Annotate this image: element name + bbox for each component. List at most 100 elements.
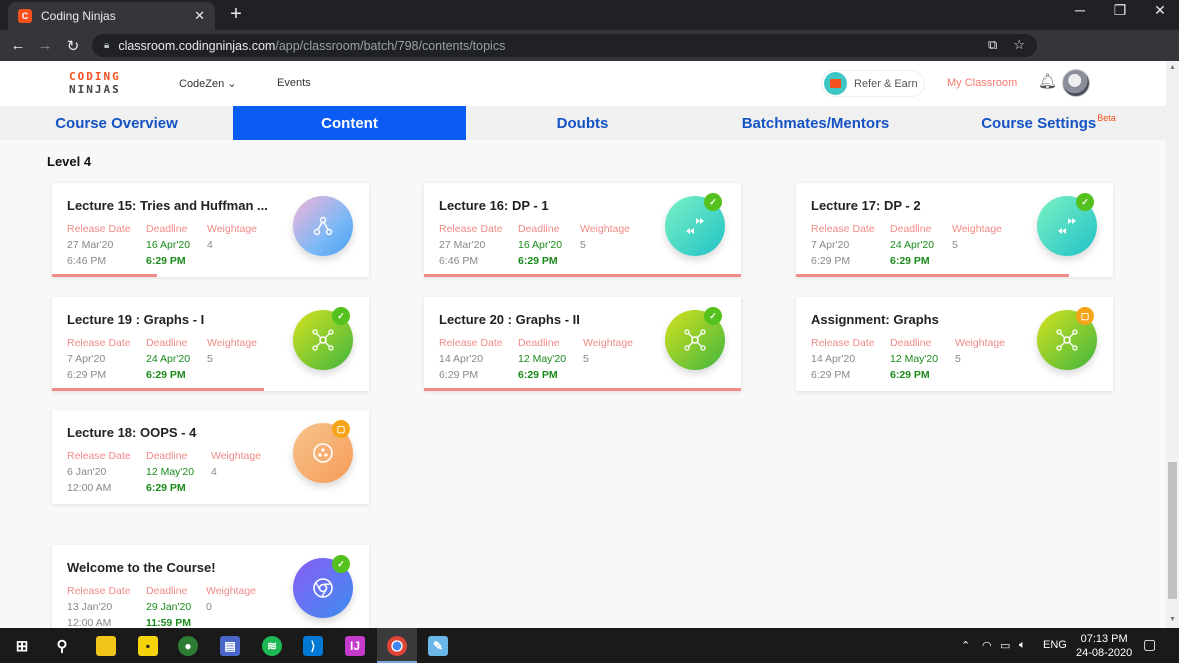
level-heading: Level 4: [47, 154, 92, 169]
course-tab-course-settings[interactable]: Course Settings Beta: [932, 106, 1165, 140]
progress-bar: [796, 274, 1069, 277]
deadline-date-value: 16 Apr'20: [146, 239, 191, 251]
windows-start-icon[interactable]: ⊞: [12, 636, 32, 656]
release-date-label: Release Date: [439, 337, 503, 349]
system-clock[interactable]: 07:13 PM 24-08-2020: [1076, 632, 1132, 660]
release-date-label: Release Date: [439, 223, 503, 235]
deadline-label: Deadline: [146, 585, 188, 597]
restore-window-button[interactable]: ❐: [1103, 2, 1137, 19]
user-avatar[interactable]: [1062, 69, 1090, 97]
notification-bell-icon[interactable]: 🔔︎: [1038, 72, 1057, 90]
progress-bar: [52, 274, 157, 277]
sticky-notes-icon[interactable]: ▪: [138, 636, 158, 656]
release-date-label: Release Date: [67, 450, 131, 462]
chrome-icon[interactable]: [387, 636, 407, 656]
search-icon[interactable]: ⚲: [52, 636, 72, 656]
completed-check-icon: ✓: [332, 555, 350, 573]
tray-chevron-icon[interactable]: ⌃: [961, 639, 970, 652]
content-card[interactable]: Lecture 16: DP - 1 Release Date Deadline We…: [424, 183, 741, 277]
my-classroom-link[interactable]: My Classroom: [947, 77, 1017, 89]
release-date-label: Release Date: [67, 585, 131, 597]
release-time-value: 6:46 PM: [67, 255, 107, 267]
content-card[interactable]: Assignment: Graphs Release Date Deadline We…: [796, 297, 1113, 391]
refer-earn-button[interactable]: Refer & Earn: [821, 70, 925, 97]
course-tab-content[interactable]: Content: [233, 106, 466, 140]
battery-icon[interactable]: ▭: [1000, 639, 1010, 652]
card-title: Lecture 15: Tries and Huffman ...: [67, 198, 268, 213]
notification-center-icon[interactable]: ▢: [1143, 636, 1156, 653]
volume-icon[interactable]: 🔈︎: [1019, 639, 1026, 652]
release-date-label: Release Date: [67, 337, 131, 349]
release-time-value: 6:46 PM: [439, 255, 479, 267]
page-scrollbar[interactable]: ▲ ▼: [1166, 61, 1179, 628]
deadline-time-value: 6:29 PM: [146, 369, 186, 381]
deadline-label: Deadline: [518, 337, 560, 349]
address-bar[interactable]: 🔒︎ classroom.codingninjas.com /app/class…: [92, 34, 1037, 57]
content-card[interactable]: Lecture 17: DP - 2 Release Date Deadline We…: [796, 183, 1113, 277]
content-card[interactable]: Lecture 18: OOPS - 4 Release Date Deadline…: [52, 410, 369, 504]
card-title: Assignment: Graphs: [811, 312, 939, 327]
deadline-label: Deadline: [146, 450, 188, 462]
deadline-label: Deadline: [890, 337, 932, 349]
card-title: Lecture 19 : Graphs - I: [67, 312, 205, 327]
coding-ninjas-logo[interactable]: CODING NINJAS: [69, 71, 131, 96]
open-in-app-icon[interactable]: ⧉: [988, 37, 997, 53]
course-tab-course-overview[interactable]: Course Overview: [0, 106, 233, 140]
release-date-value: 6 Jan'20: [67, 466, 107, 478]
notepad-icon[interactable]: ✎: [428, 636, 448, 656]
progress-bar: [52, 388, 264, 391]
nav-events-link[interactable]: Events: [277, 77, 311, 89]
course-tab-batchmates-mentors[interactable]: Batchmates/Mentors: [699, 106, 932, 140]
weightage-label: Weightage: [952, 223, 1003, 235]
release-time-value: 6:29 PM: [439, 369, 479, 381]
browser-toolbar: ← → ↻ 🔒︎ classroom.codingninjas.com /app…: [0, 30, 1179, 84]
new-tab-button[interactable]: +: [224, 3, 248, 26]
deadline-time-value: 6:29 PM: [518, 369, 558, 381]
scroll-down-icon[interactable]: ▼: [1168, 616, 1177, 625]
card-title: Welcome to the Course!: [67, 560, 216, 575]
deadline-time-value: 6:29 PM: [890, 255, 930, 267]
wifi-icon[interactable]: ◠: [982, 639, 992, 652]
pending-clipboard-icon: ▢: [1076, 307, 1094, 325]
reload-button[interactable]: ↻: [58, 37, 88, 55]
weightage-label: Weightage: [583, 337, 634, 349]
tab-close-icon[interactable]: ✕: [194, 8, 205, 24]
deadline-label: Deadline: [890, 223, 932, 235]
deadline-label: Deadline: [518, 223, 560, 235]
release-date-label: Release Date: [811, 337, 875, 349]
weightage-label: Weightage: [207, 223, 258, 235]
browser-tab[interactable]: C Coding Ninjas ✕: [8, 2, 215, 30]
content-card[interactable]: Lecture 19 : Graphs - I Release Date Deadl…: [52, 297, 369, 391]
content-card[interactable]: Lecture 15: Tries and Huffman ... Release…: [52, 183, 369, 277]
browser-tab-strip: C Coding Ninjas ✕ + ─ ❐ ✕: [0, 0, 1179, 30]
chat-app-icon[interactable]: ▤: [220, 636, 240, 656]
language-indicator[interactable]: ENG: [1043, 639, 1067, 651]
release-date-value: 27 Mar'20: [439, 239, 486, 251]
completed-check-icon: ✓: [704, 307, 722, 325]
scroll-up-icon[interactable]: ▲: [1168, 64, 1177, 73]
forward-button[interactable]: →: [30, 37, 60, 54]
content-card[interactable]: Welcome to the Course! Release Date Deadli…: [52, 545, 369, 628]
release-date-value: 27 Mar'20: [67, 239, 114, 251]
url-path: /app/classroom/batch/798/contents/topics: [275, 38, 506, 53]
course-tab-doubts[interactable]: Doubts: [466, 106, 699, 140]
close-window-button[interactable]: ✕: [1143, 2, 1177, 19]
intellij-icon[interactable]: IJ: [345, 636, 365, 656]
map-pin-icon[interactable]: ●: [178, 636, 198, 656]
vscode-icon[interactable]: ⟩: [303, 636, 323, 656]
back-button[interactable]: ←: [3, 37, 33, 54]
release-time-value: 12:00 AM: [67, 482, 112, 494]
bookmark-star-icon[interactable]: ☆: [1013, 37, 1025, 53]
windows-taskbar: ⊞ ⚲ ▪ ● ▤ ≋ ⟩ IJ ✎ ⌃ ◠ ▭ 🔈︎ ENG 07:13 PM…: [0, 628, 1179, 663]
weightage-label: Weightage: [580, 223, 631, 235]
minimize-window-button[interactable]: ─: [1063, 2, 1097, 18]
release-date-value: 13 Jan'20: [67, 601, 113, 613]
content-card[interactable]: Lecture 20 : Graphs - II Release Date Dead…: [424, 297, 741, 391]
nav-codezen-dropdown[interactable]: CodeZen ⌄: [179, 77, 237, 90]
file-explorer-icon[interactable]: [96, 636, 116, 656]
course-tabs: Course Overview Content Doubts Batchmates/M…: [0, 106, 1166, 140]
spotify-icon[interactable]: ≋: [262, 636, 282, 656]
scroll-thumb[interactable]: [1168, 462, 1177, 599]
deadline-time-value: 6:29 PM: [146, 255, 186, 267]
weightage-value: 0: [206, 601, 212, 613]
